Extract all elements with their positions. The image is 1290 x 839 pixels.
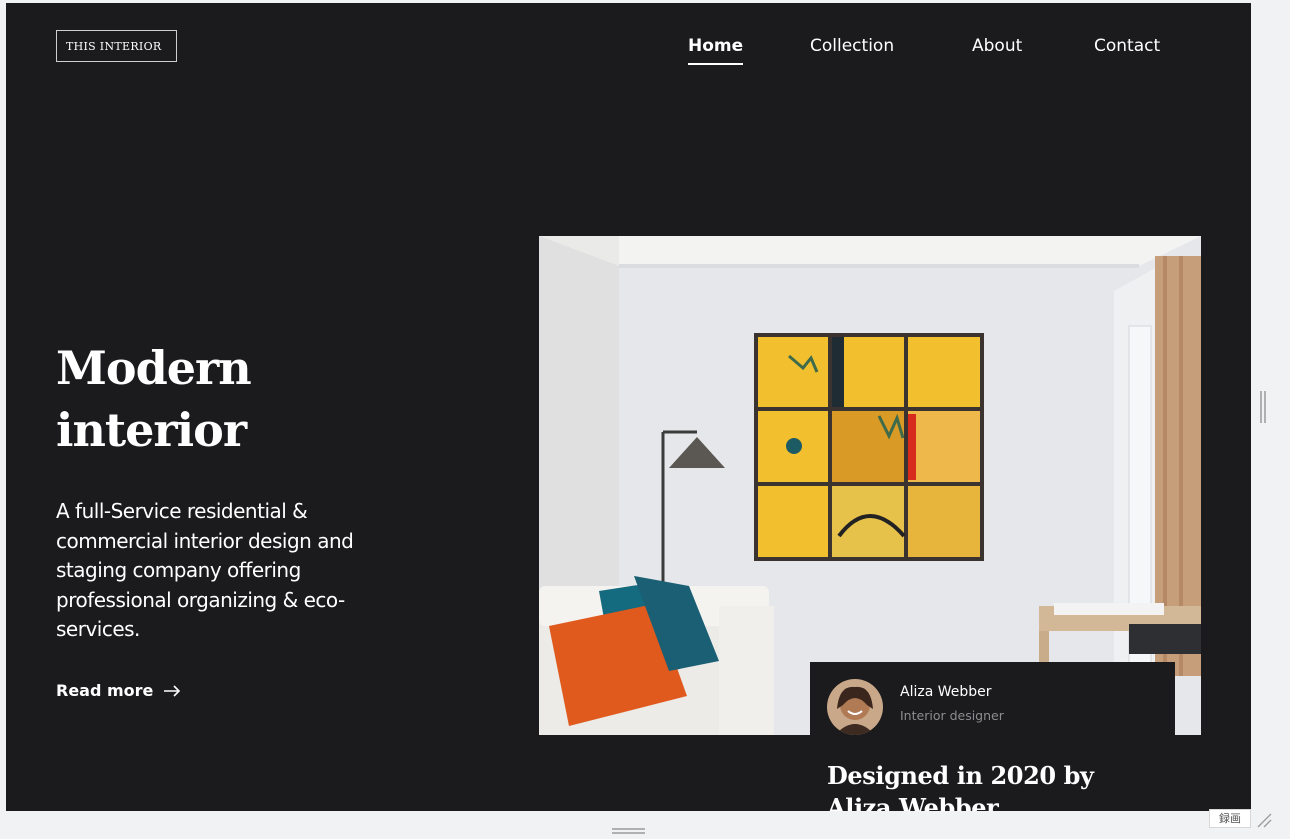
avatar [827, 679, 883, 735]
resize-corner-icon[interactable] [1256, 812, 1272, 828]
living-room-photo [539, 236, 1201, 735]
nav-about[interactable]: About [972, 36, 1022, 56]
record-button[interactable]: 録画 [1209, 809, 1251, 828]
bottom-panel-bar [0, 811, 1290, 828]
read-more-label: Read more [56, 681, 154, 700]
scrollbar-handle[interactable] [1260, 391, 1266, 423]
author-card: Aliza Webber Interior designer [810, 662, 1175, 742]
main-nav: Home Collection About Contact [6, 36, 1251, 66]
hero-title-line1: Modern [56, 341, 252, 395]
author-role: Interior designer [900, 708, 1004, 723]
nav-collection[interactable]: Collection [810, 36, 894, 56]
author-name: Aliza Webber [900, 684, 992, 700]
hero-title-line2: interior [56, 403, 247, 457]
hero-title: Modern interior [56, 337, 356, 461]
read-more-link[interactable]: Read more [56, 681, 181, 701]
hero-description: A full-Service residential & commercial … [56, 499, 354, 641]
page-viewport: THIS INTERIOR Home Collection About Cont… [6, 3, 1251, 811]
arrow-right-icon [163, 682, 181, 701]
drag-handle-icon[interactable] [612, 820, 645, 834]
feature-title: Designed in 2020 by Aliza Webber [827, 761, 1094, 811]
nav-home[interactable]: Home [688, 36, 744, 65]
nav-contact[interactable]: Contact [1094, 36, 1160, 56]
